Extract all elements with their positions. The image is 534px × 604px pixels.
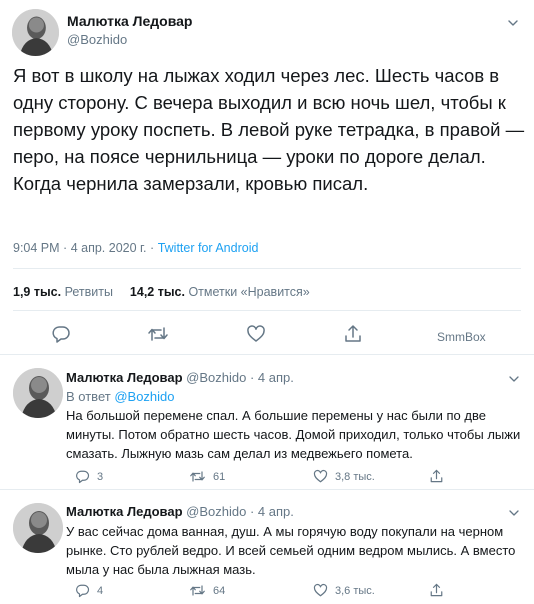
retweet-button[interactable]	[147, 324, 169, 344]
tweet-stats: 1,9 тыс. Ретвиты 14,2 тыс. Отметки «Нрав…	[13, 285, 310, 299]
reply-button[interactable]: 3	[75, 469, 103, 484]
share-button[interactable]	[343, 323, 363, 344]
reply-author-name[interactable]: Малютка Ледовар	[66, 504, 183, 519]
avatar[interactable]	[12, 9, 59, 56]
like-button[interactable]	[246, 324, 266, 344]
reply-author-handle[interactable]: @Bozhido	[186, 370, 246, 385]
author-name[interactable]: Малютка Ледовар	[67, 13, 192, 29]
reply-time[interactable]: · 4 апр.	[250, 504, 294, 519]
main-tweet: Малютка Ледовар @Bozhido Я вот в школу н…	[0, 0, 534, 355]
tweet-source[interactable]: Twitter for Android	[158, 241, 259, 255]
reply-icon	[76, 470, 90, 484]
in-reply-to: В ответ @Bozhido	[66, 389, 175, 404]
retweet-icon	[148, 327, 168, 341]
share-button[interactable]	[429, 582, 444, 598]
retweet-count: 64	[213, 584, 226, 597]
reply-header: Малютка Ледовар @Bozhido · 4 апр.	[66, 370, 294, 385]
reply-author-name[interactable]: Малютка Ледовар	[66, 370, 183, 385]
reply-actions: 4 64 3,6 тыс.	[0, 583, 534, 599]
chevron-down-icon[interactable]	[508, 373, 520, 385]
share-button[interactable]	[429, 468, 444, 484]
share-icon	[430, 469, 443, 483]
tweet-meta: 9:04 PM · 4 апр. 2020 г. · Twitter for A…	[13, 241, 258, 255]
reply-text: У вас сейчас дома ванная, душ. А мы горя…	[66, 524, 516, 577]
reply-count: 4	[97, 584, 104, 597]
divider	[13, 268, 521, 269]
like-button[interactable]: 3,8 тыс.	[313, 469, 375, 484]
like-count: 3,6 тыс.	[335, 584, 375, 597]
chevron-down-icon[interactable]	[506, 16, 520, 30]
reply-actions: 3 61 3,8 тыс.	[0, 469, 534, 485]
retweet-button[interactable]: 64	[189, 583, 225, 598]
reply-author-handle[interactable]: @Bozhido	[186, 504, 246, 519]
retweets-label: Ретвиты	[64, 285, 113, 299]
tweet-text: Я вот в школу на лыжах ходил через лес. …	[13, 65, 525, 194]
avatar[interactable]	[13, 503, 63, 553]
retweets-stat[interactable]: 1,9 тыс. Ретвиты	[13, 285, 113, 299]
like-count: 3,8 тыс.	[335, 470, 375, 483]
share-icon	[430, 583, 443, 597]
retweet-count: 61	[213, 470, 226, 483]
avatar[interactable]	[13, 368, 63, 418]
reply-text: На большой перемене спал. А большие пере…	[66, 408, 521, 461]
like-icon	[247, 325, 265, 342]
like-button[interactable]: 3,6 тыс.	[313, 583, 375, 598]
likes-stat[interactable]: 14,2 тыс. Отметки «Нравится»	[130, 285, 310, 299]
reply-header: Малютка Ледовар @Bozhido · 4 апр.	[66, 504, 294, 519]
smmbox-button[interactable]: SmmBox	[437, 330, 486, 344]
reply-icon	[76, 584, 90, 598]
divider	[13, 310, 521, 311]
tweet-date[interactable]: 4 апр. 2020 г.	[71, 241, 147, 255]
reply-icon	[52, 326, 70, 343]
retweet-icon	[190, 471, 205, 482]
reply-time[interactable]: · 4 апр.	[250, 370, 294, 385]
retweet-button[interactable]: 61	[189, 469, 225, 484]
tweet-time[interactable]: 9:04 PM	[13, 241, 60, 255]
reply-count: 3	[97, 470, 104, 483]
reply-tweet[interactable]: Малютка Ледовар @Bozhido · 4 апр. В отве…	[0, 356, 534, 490]
meta-separator: ·	[63, 241, 68, 255]
reply-button[interactable]: 4	[75, 583, 103, 598]
like-icon	[313, 583, 328, 597]
in-reply-mention[interactable]: @Bozhido	[114, 389, 174, 404]
like-icon	[313, 469, 328, 483]
meta-separator: ·	[150, 241, 155, 255]
author-handle[interactable]: @Bozhido	[67, 32, 127, 47]
likes-label: Отметки «Нравится»	[188, 285, 310, 299]
retweets-count: 1,9 тыс.	[13, 285, 62, 299]
retweet-icon	[190, 585, 205, 596]
reply-button[interactable]	[51, 324, 71, 344]
likes-count: 14,2 тыс.	[129, 285, 185, 299]
share-icon	[345, 325, 361, 342]
chevron-down-icon[interactable]	[508, 507, 520, 519]
reply-tweet[interactable]: Малютка Ледовар @Bozhido · 4 апр. У вас …	[0, 491, 534, 604]
in-reply-prefix: В ответ	[66, 389, 111, 404]
